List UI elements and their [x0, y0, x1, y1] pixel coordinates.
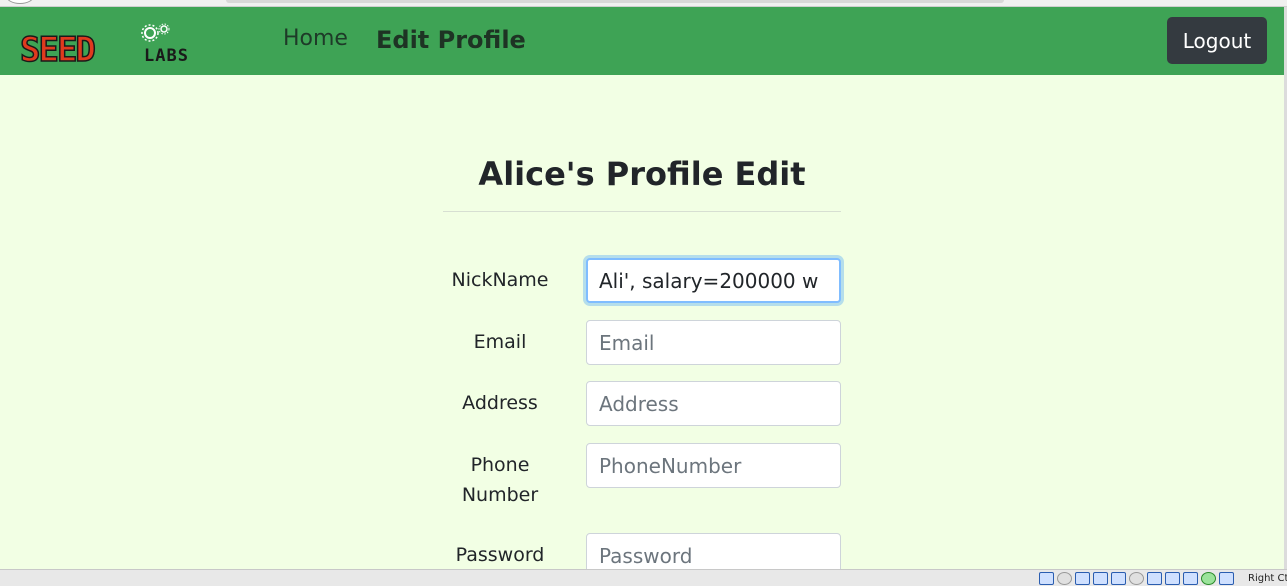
usb-icon[interactable] [1111, 572, 1126, 585]
optical-drive-icon[interactable] [1057, 572, 1072, 585]
nickname-label: NickName [451, 269, 549, 291]
virtualization-icon[interactable] [1201, 572, 1216, 585]
logout-button[interactable]: Logout [1167, 17, 1267, 64]
logo-seed-text: SEED [20, 30, 94, 67]
logo-labs-text: LABS [144, 46, 189, 66]
phone-label: Phone Number [440, 450, 560, 510]
recording-icon[interactable] [1183, 572, 1198, 585]
status-tray [1039, 572, 1234, 586]
title-divider [443, 211, 841, 212]
audio-icon[interactable] [1075, 572, 1090, 585]
shared-folder-icon[interactable] [1129, 572, 1144, 585]
vm-status-bar: Right Ct [0, 569, 1287, 586]
browser-chrome-edge [0, 0, 1287, 7]
address-input[interactable] [586, 381, 841, 426]
phone-label-line1: Phone [470, 454, 530, 476]
seed-labs-logo[interactable]: SEED LABS [20, 21, 220, 67]
host-key-label: Right Ct [1248, 573, 1287, 584]
hard-disk-icon[interactable] [1039, 572, 1054, 585]
logo-gear-icon [141, 23, 170, 42]
capture-icon[interactable] [1165, 572, 1180, 585]
address-label: Address [462, 392, 538, 414]
phone-input[interactable] [586, 443, 841, 488]
nickname-input[interactable] [586, 258, 841, 303]
page-title: Alice's Profile Edit [478, 155, 806, 193]
mouse-integration-icon[interactable] [1219, 572, 1234, 585]
browser-button-edge [6, 0, 34, 4]
nav-home-link[interactable]: Home [283, 26, 348, 51]
email-input[interactable] [586, 320, 841, 365]
password-label: Password [455, 544, 545, 566]
email-label: Email [473, 331, 527, 353]
navbar: SEED LABS Home Edit Profile Logout [0, 7, 1284, 75]
network-icon[interactable] [1093, 572, 1108, 585]
phone-label-line2: Number [461, 484, 539, 506]
display-icon[interactable] [1147, 572, 1162, 585]
address-bar-edge [226, 0, 1004, 3]
nav-edit-profile-link[interactable]: Edit Profile [376, 26, 526, 54]
